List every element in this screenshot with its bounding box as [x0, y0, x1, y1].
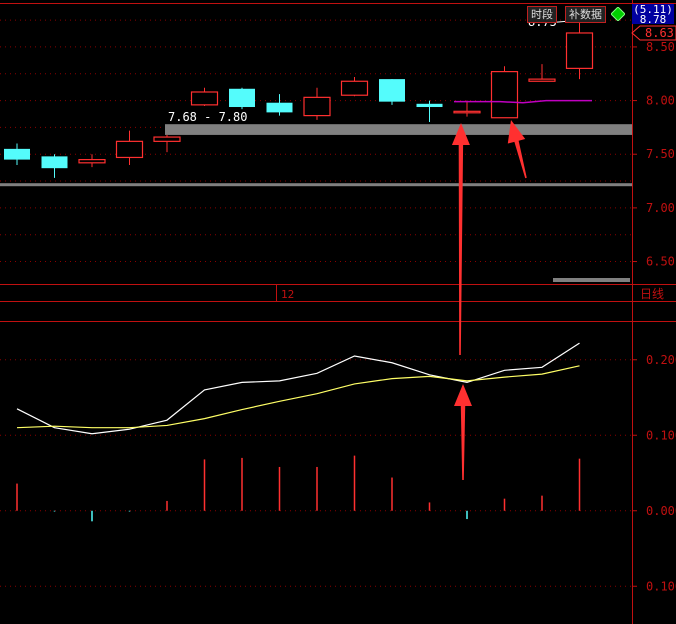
fill-data-button[interactable]: 补数据: [565, 6, 606, 23]
arrow-up-to-band: [451, 123, 470, 356]
candle-body: [190, 91, 219, 106]
indicator-axis-label: 0.100: [646, 579, 676, 593]
support-band: [165, 124, 632, 135]
price-axis-label: 8.00: [646, 94, 675, 108]
candle-body: [229, 88, 255, 108]
indicator-slow-line: [16, 365, 580, 429]
current-price-label: 8.63: [645, 26, 674, 40]
candle-body: [528, 78, 556, 82]
status-diamond-icon[interactable]: [611, 7, 625, 21]
candle-body: [115, 140, 144, 159]
band-range-label: 7.68 - 7.80: [168, 110, 247, 124]
candle-body: [153, 136, 181, 142]
price-axis-label: 7.00: [646, 201, 675, 215]
candle-body: [416, 103, 443, 108]
candle-body: [490, 71, 519, 119]
indicator-fast-line: [16, 342, 580, 435]
candle-body: [340, 80, 369, 96]
candle-body: [266, 102, 293, 113]
indicator-axis-label: 0.100: [646, 428, 676, 442]
average-line: [454, 99, 592, 104]
stock-chart: 12日线8.508.007.507.006.507.68 - 7.808.758…: [0, 0, 676, 624]
candle-body: [453, 110, 481, 114]
candle-body: [41, 156, 68, 169]
price-axis-label: 8.50: [646, 40, 675, 54]
candle-body: [379, 79, 405, 102]
scroll-thumb: [553, 278, 630, 282]
arrow-up-to-crossover: [454, 384, 472, 480]
price-box-bottom: 8.78: [639, 13, 667, 26]
candle-body: [303, 96, 331, 117]
candle-body: [4, 148, 30, 160]
candle-body: [565, 32, 594, 69]
period-label: 日线: [640, 287, 664, 301]
price-axis-label: 6.50: [646, 255, 675, 269]
candle-body: [78, 158, 106, 164]
indicator-axis-label: 0.000: [646, 504, 676, 518]
time-axis-label: 12: [281, 288, 294, 301]
indicator-axis-label: 0.200: [646, 353, 676, 367]
price-axis-label: 7.50: [646, 147, 675, 161]
current-price-box: (5.11) 8.78: [632, 4, 674, 26]
support-band: [0, 183, 632, 187]
time-period-button[interactable]: 时段: [527, 6, 557, 23]
